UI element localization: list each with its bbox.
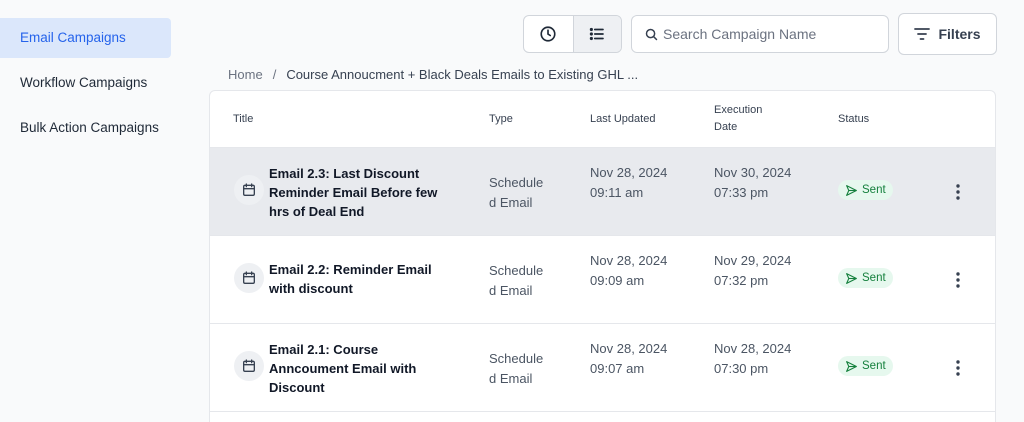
sidebar-item-bulk-action-campaigns[interactable]: Bulk Action Campaigns [0,108,171,148]
search-box [631,15,889,53]
campaign-table: Title Type Last Updated Execution Date S… [209,90,996,422]
status-label: Sent [862,360,886,372]
calendar-icon [234,263,264,293]
filters-label: Filters [938,26,981,42]
vertical-dots-icon [956,272,960,288]
table-row[interactable]: Email 2.2: Reminder Email with discount … [210,236,995,324]
campaign-title[interactable]: Email 2.3: Last Discount Reminder Email … [269,164,454,221]
sidebar-item-workflow-campaigns[interactable]: Workflow Campaigns [0,63,171,103]
campaign-type: Scheduled Email [489,263,544,298]
list-view-button[interactable] [572,16,621,52]
breadcrumb-home[interactable]: Home [228,67,263,82]
table-row[interactable]: Email 2.1: Course Anncoument Email with … [210,324,995,412]
more-actions-button[interactable] [950,356,966,380]
column-header-status: Status [838,113,870,125]
column-header-execution-date: Execution Date [714,104,763,133]
list-icon [590,27,605,41]
send-icon [846,184,857,196]
send-icon [846,360,857,372]
more-actions-button[interactable] [950,268,966,292]
breadcrumb-separator: / [272,67,277,82]
search-input[interactable] [663,26,883,42]
column-header-type: Type [489,113,513,125]
vertical-dots-icon [956,360,960,376]
send-icon [846,272,857,284]
calendar-icon [234,175,264,205]
execution-date: Nov 28, 2024 07:30 pm [714,341,792,376]
app: Email Campaigns Workflow Campaigns Bulk … [0,0,1024,422]
clock-icon [540,26,556,42]
last-updated: Nov 28, 2024 09:09 am [590,253,668,288]
search-icon [645,28,658,40]
execution-date: Nov 29, 2024 07:32 pm [714,253,792,288]
vertical-dots-icon [956,184,960,200]
status-badge: Sent [838,180,893,200]
last-updated: Nov 28, 2024 09:07 am [590,341,668,376]
campaign-title[interactable]: Email 2.2: Reminder Email with discount [269,260,454,298]
campaign-title[interactable]: Email 2.1: Course Anncoument Email with … [269,340,454,397]
status-badge: Sent [838,356,893,376]
breadcrumb: Home / Course Annoucment + Black Deals E… [228,67,638,82]
campaign-type: Scheduled Email [489,351,544,386]
column-header-last-updated: Last Updated [590,113,656,125]
status-label: Sent [862,184,886,196]
status-badge: Sent [838,268,893,288]
history-view-button[interactable] [524,16,573,52]
view-toggle [523,15,622,53]
campaign-type: Scheduled Email [489,175,544,210]
status-label: Sent [862,272,886,284]
calendar-icon [234,351,264,381]
table-row[interactable]: Email 2.3: Last Discount Reminder Email … [210,148,995,236]
table-header: Title Type Last Updated Execution Date S… [210,91,995,148]
filters-button[interactable]: Filters [898,13,997,55]
more-actions-button[interactable] [950,180,966,204]
execution-date: Nov 30, 2024 07:33 pm [714,165,792,200]
last-updated: Nov 28, 2024 09:11 am [590,165,668,200]
breadcrumb-current: Course Annoucment + Black Deals Emails t… [286,67,639,82]
filter-lines-icon [914,28,931,40]
sidebar: Email Campaigns Workflow Campaigns Bulk … [0,0,180,422]
sidebar-item-email-campaigns[interactable]: Email Campaigns [0,18,171,58]
column-header-title: Title [233,113,254,125]
